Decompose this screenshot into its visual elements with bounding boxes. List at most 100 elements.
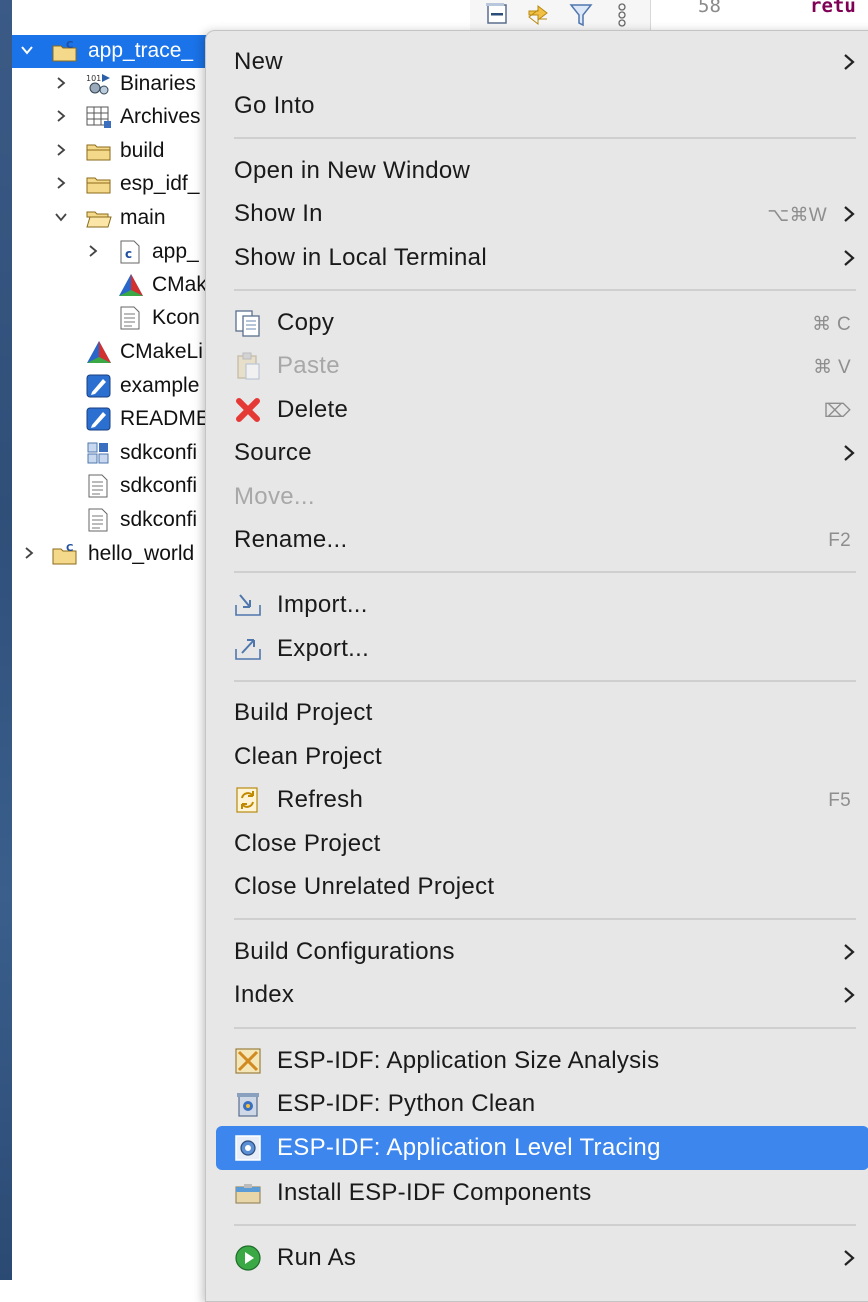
menu-item-go-into[interactable]: Go Into — [216, 86, 868, 126]
chevron-right-icon[interactable] — [54, 143, 68, 157]
tree-item-sdkconfig-2[interactable]: sdkconfi — [12, 470, 212, 503]
tree-item-sdkconfig-3[interactable]: sdkconfi — [12, 504, 212, 537]
chevron-right-icon — [844, 944, 855, 960]
tree-item-kconfig[interactable]: Kcon — [12, 302, 212, 335]
chevron-down-icon[interactable] — [20, 43, 34, 57]
view-menu-icon[interactable] — [615, 2, 629, 28]
markdown-icon — [86, 407, 111, 431]
chevron-right-icon — [844, 54, 855, 70]
tree-item-cmake-main[interactable]: CMak — [12, 269, 212, 302]
chevron-right-icon — [844, 206, 855, 222]
shortcut-label: ⌘ V — [813, 357, 851, 378]
menu-separator — [234, 571, 856, 573]
tree-item-cmakelists[interactable]: CMakeLi — [12, 336, 212, 369]
shortcut-label: ⌥⌘W — [767, 205, 827, 226]
tree-item-archives[interactable]: Archives — [12, 101, 212, 134]
menu-item-install-components[interactable]: Install ESP-IDF Components — [216, 1173, 868, 1213]
c-file-icon: c — [120, 240, 140, 264]
tree-item-hello-world-project[interactable]: C hello_world — [12, 538, 212, 571]
tree-item-app-trace-project[interactable]: C app_trace_ — [12, 35, 212, 68]
tree-item-app-c[interactable]: c app_ — [12, 236, 212, 269]
tree-item-binaries[interactable]: 101 Binaries — [12, 68, 212, 101]
chevron-right-icon — [844, 987, 855, 1003]
tree-item-build[interactable]: build — [12, 135, 212, 168]
tree-item-example[interactable]: example — [12, 370, 212, 403]
chevron-right-icon[interactable] — [54, 109, 68, 123]
menu-item-index[interactable]: Index — [216, 975, 868, 1015]
shortcut-label: ⌦ — [823, 401, 851, 422]
menu-item-show-local-terminal[interactable]: Show in Local Terminal — [216, 238, 868, 278]
c-project-icon: C — [52, 40, 77, 62]
app-tracing-icon — [235, 1135, 261, 1161]
menu-separator — [234, 137, 856, 139]
python-clean-icon — [237, 1093, 259, 1117]
menu-item-clean-project[interactable]: Clean Project — [216, 737, 868, 777]
svg-text:C: C — [66, 543, 73, 554]
link-with-editor-icon[interactable] — [525, 2, 551, 28]
menu-item-rename[interactable]: Rename... F2 — [216, 520, 868, 560]
size-analysis-icon — [235, 1048, 261, 1074]
menu-item-size-analysis[interactable]: ESP-IDF: Application Size Analysis — [216, 1041, 868, 1081]
menu-item-source[interactable]: Source — [216, 433, 868, 473]
menu-item-delete[interactable]: Delete ⌦ — [216, 390, 868, 430]
menu-item-move[interactable]: Move... — [216, 477, 868, 517]
view-toolbar — [470, 0, 650, 30]
sdkconfig-icon — [87, 442, 109, 464]
copy-icon — [235, 310, 260, 337]
context-menu: New Go Into Open in New Window Show In ⌥… — [205, 30, 868, 1302]
shortcut-label: F2 — [828, 530, 851, 551]
chevron-right-icon — [844, 445, 855, 461]
menu-item-python-clean[interactable]: ESP-IDF: Python Clean — [216, 1084, 868, 1124]
folder-icon — [86, 177, 111, 194]
markdown-icon — [86, 374, 111, 398]
binaries-icon: 101 — [86, 74, 110, 95]
delete-icon — [236, 398, 260, 422]
collapse-all-icon[interactable] — [485, 2, 511, 28]
svg-text:101: 101 — [86, 74, 101, 83]
menu-item-copy[interactable]: Copy ⌘ C — [216, 303, 868, 343]
menu-item-show-in[interactable]: Show In ⌥⌘W — [216, 194, 868, 234]
line-number: 58 — [698, 0, 721, 17]
code-keyword: retu — [810, 0, 856, 17]
tree-item-sdkconfig[interactable]: sdkconfi — [12, 437, 212, 470]
menu-separator — [234, 680, 856, 682]
menu-item-build-project[interactable]: Build Project — [216, 693, 868, 733]
menu-separator — [234, 1027, 856, 1029]
menu-item-open-new-window[interactable]: Open in New Window — [216, 151, 868, 191]
chevron-down-icon[interactable] — [54, 210, 68, 224]
tree-item-readme[interactable]: README — [12, 403, 212, 436]
menu-item-close-unrelated-project[interactable]: Close Unrelated Project — [216, 867, 868, 907]
menu-item-import[interactable]: Import... — [216, 585, 868, 625]
desktop-background — [0, 0, 12, 1280]
cmake-icon — [119, 274, 143, 296]
menu-item-new[interactable]: New — [216, 42, 868, 82]
install-components-icon — [235, 1184, 261, 1204]
chevron-right-icon — [844, 1250, 855, 1266]
menu-item-run-as[interactable]: Run As — [216, 1238, 868, 1278]
shortcut-label: F5 — [828, 790, 851, 811]
menu-separator — [234, 918, 856, 920]
menu-separator — [234, 1224, 856, 1226]
text-file-icon — [88, 474, 108, 498]
tree-item-esp-idf[interactable]: esp_idf_ — [12, 168, 212, 201]
tree-item-main[interactable]: main — [12, 202, 212, 235]
paste-icon — [237, 352, 260, 380]
menu-item-app-level-tracing[interactable]: ESP-IDF: Application Level Tracing — [216, 1126, 868, 1170]
chevron-right-icon — [844, 250, 855, 266]
menu-item-paste[interactable]: Paste ⌘ V — [216, 346, 868, 386]
chevron-right-icon[interactable] — [86, 244, 100, 258]
folder-open-icon — [86, 211, 112, 228]
chevron-right-icon[interactable] — [54, 176, 68, 190]
text-file-icon — [88, 508, 108, 532]
shortcut-label: ⌘ C — [812, 314, 851, 335]
menu-item-export[interactable]: Export... — [216, 629, 868, 669]
menu-item-build-configurations[interactable]: Build Configurations — [216, 932, 868, 972]
chevron-right-icon[interactable] — [54, 76, 68, 90]
import-icon — [235, 594, 261, 616]
menu-item-close-project[interactable]: Close Project — [216, 824, 868, 864]
text-file-icon — [120, 306, 140, 330]
chevron-right-icon[interactable] — [22, 546, 36, 560]
svg-text:c: c — [125, 247, 132, 261]
filter-icon[interactable] — [568, 2, 594, 28]
menu-item-refresh[interactable]: Refresh F5 — [216, 780, 868, 820]
